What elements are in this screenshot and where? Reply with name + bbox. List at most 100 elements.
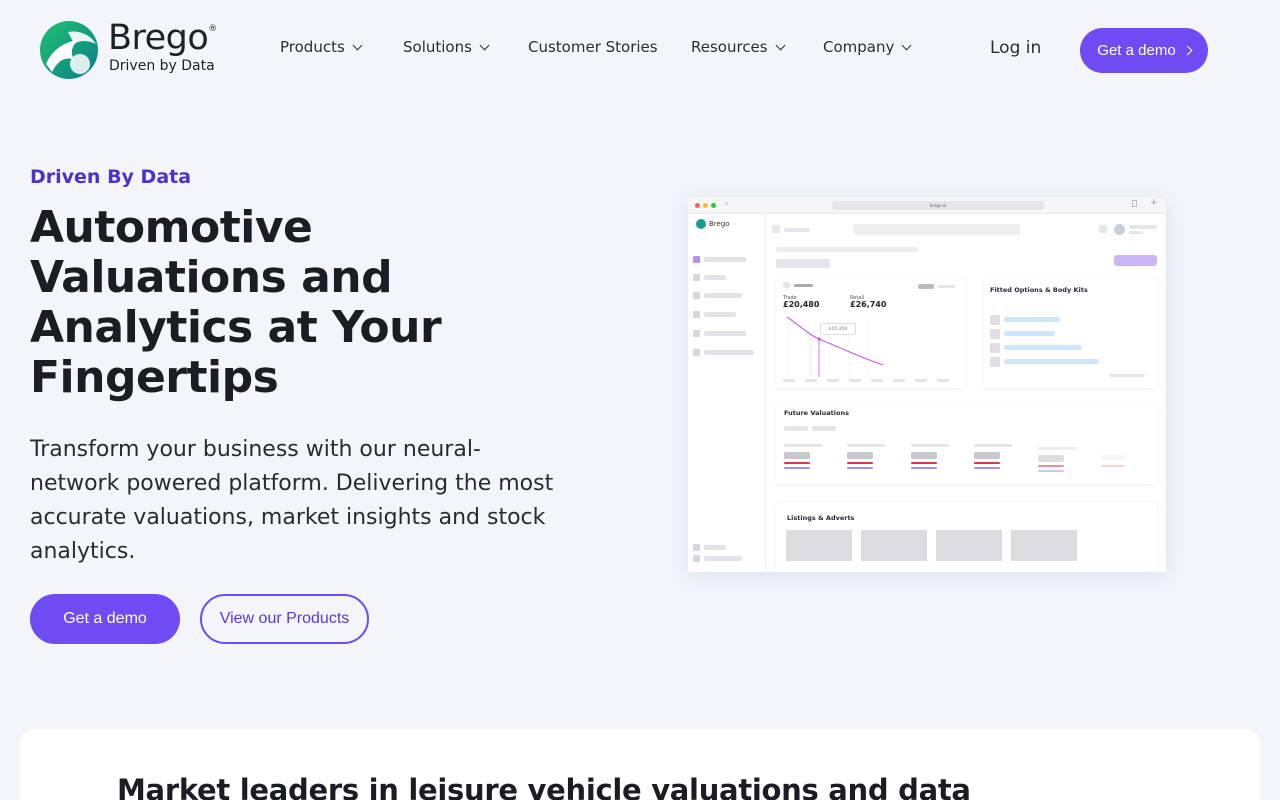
nav-item-resources[interactable]: Resources xyxy=(691,38,786,56)
hero-demo-button[interactable]: Get a demo xyxy=(30,594,180,644)
app-sidebar: Brego xyxy=(688,214,766,572)
chart-tooltip: £15,350 xyxy=(820,323,856,335)
placeholder xyxy=(776,247,918,252)
chevron-right-icon xyxy=(1182,45,1193,56)
menu-icon xyxy=(693,255,700,263)
valuation-card: Trade £20,480 Retail £26,740 £15,350 xyxy=(776,277,965,388)
placeholder xyxy=(1004,345,1082,350)
back-arrow-icon: ‹ xyxy=(725,199,729,208)
button-label: Get a demo xyxy=(1097,42,1176,59)
menu-icon xyxy=(693,543,700,551)
hero-eyebrow: Driven By Data xyxy=(30,166,192,188)
placeholder xyxy=(918,284,934,289)
placeholder xyxy=(938,285,955,288)
placeholder xyxy=(1109,374,1145,377)
address-bar: brego.ai xyxy=(832,201,1044,210)
listings-card-title: Listings & Adverts xyxy=(787,514,855,522)
sidebar-row xyxy=(693,329,746,337)
placeholder xyxy=(812,426,836,431)
product-screenshot: ‹ brego.ai + Brego Trade £20,480 Retail xyxy=(688,197,1166,572)
brand-name: Brego xyxy=(108,18,209,58)
options-card-title: Fitted Options & Body Kits xyxy=(990,286,1088,294)
menu-icon xyxy=(693,554,700,562)
login-link[interactable]: Log in xyxy=(990,38,1041,58)
nav-label: Products xyxy=(280,38,345,56)
app-name: Brego xyxy=(709,220,730,228)
sidebar-row xyxy=(693,273,726,281)
menu-icon xyxy=(693,348,700,356)
chevron-down-icon xyxy=(479,40,490,50)
nav-item-solutions[interactable]: Solutions xyxy=(403,38,490,56)
window-maximize-dot xyxy=(711,203,716,208)
window-close-dot xyxy=(695,203,700,208)
nav-item-products[interactable]: Products xyxy=(280,38,363,56)
placeholder xyxy=(772,225,780,233)
section-title: Market leaders in leisure vehicle valuat… xyxy=(117,773,971,800)
listing-thumbnail xyxy=(786,530,852,561)
browser-toolbar: ‹ brego.ai + xyxy=(688,197,1166,214)
checkbox-placeholder xyxy=(990,315,1000,325)
checkbox-placeholder xyxy=(990,329,1000,339)
nav-item-customer-stories[interactable]: Customer Stories xyxy=(528,38,658,56)
hero-title: Automotive Valuations and Analytics at Y… xyxy=(30,202,442,403)
search-placeholder xyxy=(853,224,1020,235)
listings-card: Listings & Adverts xyxy=(776,503,1157,572)
depreciation-chart xyxy=(783,316,949,382)
brego-logo[interactable]: Brego® Driven by Data xyxy=(38,18,228,80)
placeholder xyxy=(794,284,813,287)
future-card-title: Future Valuations xyxy=(784,409,849,417)
nav-label: Resources xyxy=(691,38,768,56)
hero-subtitle: Transform your business with our neural-… xyxy=(30,437,554,564)
window-minimize-dot xyxy=(703,203,708,208)
menu-icon xyxy=(693,310,700,318)
action-button-placeholder xyxy=(1114,255,1157,266)
market-leaders-section: Market leaders in leisure vehicle valuat… xyxy=(20,729,1260,800)
placeholder xyxy=(1129,225,1157,229)
sidebar-row xyxy=(693,348,754,356)
nav-label: Solutions xyxy=(403,38,472,56)
nav-label: Company xyxy=(823,38,895,56)
placeholder xyxy=(1004,317,1060,322)
brand-tagline: Driven by Data xyxy=(109,58,215,74)
future-valuations-card: Future Valuations xyxy=(776,404,1157,484)
nav-label: Customer Stories xyxy=(528,38,658,56)
retail-value: £26,740 xyxy=(850,300,887,309)
listing-thumbnail xyxy=(1011,530,1077,561)
sidebar-row xyxy=(693,291,742,299)
header-demo-button[interactable]: Get a demo xyxy=(1080,28,1208,73)
new-tab-icon: + xyxy=(1150,198,1158,208)
placeholder xyxy=(1129,231,1143,234)
registered-mark: ® xyxy=(208,24,217,34)
sidebar-row xyxy=(693,310,736,318)
menu-icon xyxy=(693,273,700,281)
placeholder xyxy=(1004,359,1099,364)
chevron-down-icon xyxy=(352,40,363,50)
listing-thumbnail xyxy=(936,530,1002,561)
placeholder xyxy=(776,259,830,268)
sidebar-row xyxy=(693,255,746,263)
chevron-down-icon xyxy=(775,40,786,50)
chevron-down-icon xyxy=(901,40,912,50)
placeholder xyxy=(784,426,808,431)
brego-logo-icon xyxy=(40,21,98,79)
trade-value: £20,480 xyxy=(783,300,820,309)
brego-mini-icon xyxy=(696,219,706,229)
share-icon xyxy=(1132,200,1137,207)
placeholder xyxy=(784,228,810,232)
placeholder xyxy=(783,282,790,288)
options-card: Fitted Options & Body Kits xyxy=(984,277,1157,388)
avatar xyxy=(1114,224,1125,235)
site-header: Brego® Driven by Data Products Solutions… xyxy=(0,0,1280,100)
nav-item-company[interactable]: Company xyxy=(823,38,912,56)
menu-icon xyxy=(693,329,700,337)
checkbox-placeholder xyxy=(990,357,1000,367)
listing-thumbnail xyxy=(861,530,927,561)
checkbox-placeholder xyxy=(990,343,1000,353)
placeholder xyxy=(1099,225,1107,233)
view-products-button[interactable]: View our Products xyxy=(200,594,369,644)
sidebar-row xyxy=(693,554,742,562)
placeholder xyxy=(1004,331,1055,336)
menu-icon xyxy=(693,291,700,299)
app-logo: Brego xyxy=(693,219,730,229)
sidebar-row xyxy=(693,543,726,551)
